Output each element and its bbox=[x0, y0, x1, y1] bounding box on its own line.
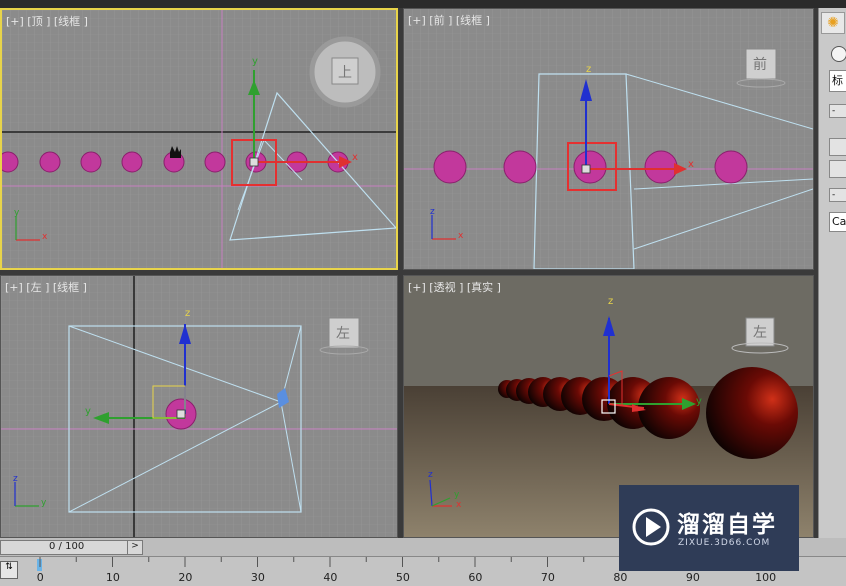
axis-label-z: z bbox=[430, 207, 435, 217]
axis-label-x: x bbox=[42, 232, 48, 242]
play-logo-icon bbox=[632, 508, 670, 546]
viewport-top[interactable]: [+] [顶 ] [线框 ] 上 x y y x bbox=[0, 8, 398, 270]
ruler-tick-label: 0 bbox=[36, 571, 44, 584]
viewcube-label[interactable]: 上 bbox=[338, 62, 352, 82]
command-panel[interactable]: ✺ 标 - - Ca bbox=[818, 8, 846, 538]
viewport-label[interactable]: [+] [左 ] [线框 ] bbox=[5, 279, 87, 295]
sphere bbox=[644, 150, 678, 184]
ruler-tick-label: 20 bbox=[178, 571, 193, 584]
sphere bbox=[2, 151, 19, 173]
sphere bbox=[80, 151, 102, 173]
ruler-tick-label: 70 bbox=[540, 571, 555, 584]
sphere bbox=[39, 151, 61, 173]
viewport-label[interactable]: [+] [前 ] [线框 ] bbox=[408, 12, 490, 28]
gizmo-label-y: y bbox=[696, 396, 702, 407]
ruler-tick-label: 40 bbox=[323, 571, 338, 584]
sphere bbox=[204, 151, 226, 173]
viewport-left-canvas bbox=[1, 276, 397, 537]
sphere bbox=[706, 367, 798, 459]
viewport-top-canvas bbox=[2, 10, 396, 268]
time-slider[interactable]: 0 / 100 > bbox=[0, 540, 143, 555]
axis-label-x: x bbox=[458, 231, 464, 241]
watermark-logo: 溜溜自学 ZIXUE.3D66.COM bbox=[619, 485, 799, 571]
gizmo-label-y: y bbox=[252, 56, 258, 67]
radio-button[interactable] bbox=[831, 46, 846, 62]
gizmo-label-x: x bbox=[352, 152, 358, 163]
time-slider-value: 0 / 100 bbox=[49, 541, 85, 552]
ruler-tick-label: 80 bbox=[613, 571, 628, 584]
gizmo-label-z: z bbox=[608, 296, 614, 307]
panel-button[interactable] bbox=[829, 138, 846, 156]
next-frame-button[interactable]: > bbox=[127, 541, 142, 554]
viewport-label[interactable]: [+] [透视 ] [真实 ] bbox=[408, 279, 501, 295]
axis-label-z: z bbox=[13, 474, 18, 484]
ruler-tick-label: 60 bbox=[468, 571, 483, 584]
viewcube-label[interactable]: 左 bbox=[336, 323, 350, 343]
gizmo-label-z: z bbox=[586, 64, 592, 75]
viewport-left[interactable]: [+] [左 ] [线框 ] 左 y z z y bbox=[0, 275, 398, 538]
ruler-tick-label: 100 bbox=[755, 571, 777, 584]
ruler-tick-label: 50 bbox=[395, 571, 410, 584]
sphere bbox=[503, 150, 537, 184]
name-field[interactable]: Ca bbox=[829, 212, 846, 232]
sphere bbox=[638, 377, 700, 439]
axis-label-y: y bbox=[454, 490, 460, 500]
axis-label-y: y bbox=[41, 498, 47, 508]
sphere bbox=[121, 151, 143, 173]
sphere bbox=[714, 150, 748, 184]
watermark-title: 溜溜自学 bbox=[677, 512, 777, 538]
sphere bbox=[433, 150, 467, 184]
axis-label-y: y bbox=[14, 208, 20, 218]
rollout-header[interactable]: - bbox=[829, 188, 846, 202]
gizmo-label-x: x bbox=[688, 159, 694, 170]
title-bar bbox=[0, 0, 846, 8]
viewcube-label[interactable]: 前 bbox=[753, 54, 767, 74]
gizmo-label-z: z bbox=[185, 308, 191, 319]
rollout-header[interactable]: - bbox=[829, 104, 846, 118]
axis-label-z: z bbox=[428, 470, 433, 480]
gizmo-label-y: y bbox=[85, 406, 91, 417]
axis-label-x: x bbox=[456, 500, 462, 510]
viewcube-label[interactable]: 左 bbox=[753, 322, 767, 342]
panel-button[interactable] bbox=[829, 160, 846, 178]
viewport-front[interactable]: [+] [前 ] [线框 ] 前 x z z x bbox=[403, 8, 814, 270]
ruler-tick-label: 30 bbox=[250, 571, 265, 584]
ruler-tick-label: 10 bbox=[105, 571, 120, 584]
viewport-label[interactable]: [+] [顶 ] [线框 ] bbox=[6, 13, 88, 29]
sun-icon[interactable]: ✺ bbox=[821, 12, 845, 34]
viewport-front-canvas bbox=[404, 9, 813, 269]
object-type-dropdown[interactable]: 标 bbox=[829, 70, 846, 92]
watermark-url: ZIXUE.3D66.COM bbox=[678, 538, 771, 548]
ruler-tick-label: 90 bbox=[685, 571, 700, 584]
